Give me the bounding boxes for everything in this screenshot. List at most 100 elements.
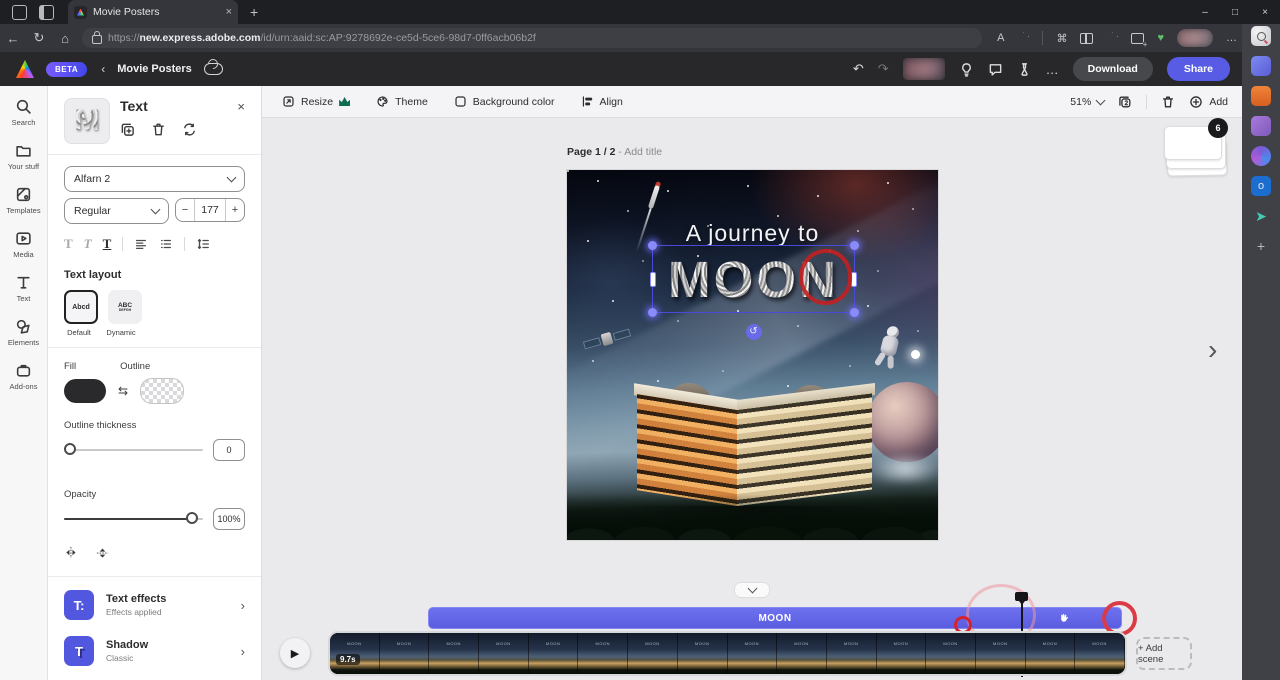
resize-button[interactable]: Resize [282,95,350,108]
split-screen-icon[interactable] [1080,33,1093,44]
page-label[interactable]: Page 1 / 2 - Add title [567,146,662,158]
duplicate-page-icon[interactable]: 2 [1118,95,1132,109]
reload-icon[interactable]: ↻ [26,30,52,46]
filmstrip[interactable]: MOONMOONMOONMOONMOONMOONMOONMOONMOONMOON… [330,633,1125,674]
outline-thickness-value[interactable]: 0 [213,439,245,461]
outline-color-swatch[interactable] [140,378,184,404]
layout-default-card[interactable]: Abcd [64,290,98,324]
outline-thickness-slider[interactable] [64,449,203,451]
pages-stack[interactable]: 6 [1164,126,1228,178]
redo-icon[interactable]: ↷ [878,61,889,77]
sidebar-item-text[interactable]: Text [15,274,32,303]
filmstrip-frame[interactable]: MOON [529,633,579,674]
sidebar-games-icon[interactable] [1251,116,1271,136]
zoom-select[interactable]: 51% [1070,96,1104,108]
italic-button[interactable]: T [84,236,92,252]
beaker-icon[interactable] [1017,62,1032,77]
settings-more-icon[interactable]: … [1226,32,1237,44]
sidebar-designer-icon[interactable] [1251,146,1271,166]
adobe-express-logo-icon[interactable] [14,58,36,80]
layout-dynamic-card[interactable]: ABC DEFGH [108,290,142,324]
resize-handle[interactable] [850,241,859,250]
rotate-handle[interactable]: ↺ [746,324,762,340]
url-field[interactable]: https://new.express.adobe.com/id/urn:aai… [82,28,982,48]
text-align-icon[interactable] [134,237,148,251]
favorites-bar-icon[interactable] [1106,32,1118,44]
tab-actions-icon[interactable] [39,5,54,20]
sidebar-drop-icon[interactable]: ➤ [1251,206,1271,226]
bold-button[interactable]: T [64,236,73,252]
background-color-button[interactable]: Background color [454,95,555,108]
premium-banner[interactable] [903,58,945,80]
filmstrip-frame[interactable]: MOON [1075,633,1125,674]
duplicate-icon[interactable] [120,122,135,137]
filmstrip-frame[interactable]: MOON [877,633,927,674]
text-effects-item[interactable]: T: Text effects Effects applied › [64,587,245,623]
back-chevron-icon[interactable]: ‹ [101,62,105,76]
share-button[interactable]: Share [1167,57,1230,81]
add-page-button[interactable]: Add [1189,95,1228,109]
list-icon[interactable] [159,237,173,251]
theme-button[interactable]: Theme [376,95,428,108]
slider-thumb[interactable] [64,443,76,455]
shadow-item[interactable]: T Shadow Classic › [64,633,245,669]
poster-subtitle-text[interactable]: A journey to [567,220,938,247]
resize-handle[interactable] [648,241,657,250]
url-text[interactable]: https://new.express.adobe.com/id/urn:aai… [108,32,536,44]
resize-handle-side[interactable] [650,272,656,287]
more-options-icon[interactable]: … [1046,62,1059,77]
new-tab-button[interactable]: + [250,4,258,20]
next-page-chevron[interactable]: › [1208,334,1217,366]
align-button[interactable]: Align [581,95,623,108]
play-button[interactable]: ▶ [280,638,310,668]
resize-handle[interactable] [648,308,657,317]
window-minimize-button[interactable]: – [1190,0,1220,24]
underline-button[interactable]: T [103,236,112,252]
slider-thumb[interactable] [186,512,198,524]
filmstrip-frame[interactable]: MOON [1026,633,1076,674]
cloud-sync-icon[interactable] [204,63,223,75]
line-spacing-icon[interactable] [196,237,210,251]
collections-icon[interactable] [1131,33,1144,44]
favorite-star-icon[interactable] [1017,32,1029,44]
filmstrip-frame[interactable]: MOON [728,633,778,674]
sidebar-shopping-icon[interactable] [1251,56,1271,76]
window-close-button[interactable]: × [1250,0,1280,24]
sidebar-item-templates[interactable]: Templates [6,186,40,215]
flip-vertical-icon[interactable] [95,545,110,560]
filmstrip-frame[interactable]: MOON [479,633,529,674]
font-weight-select[interactable]: Regular [64,198,169,224]
filmstrip-frame[interactable]: MOON [628,633,678,674]
browser-essentials-icon[interactable]: ♥ [1157,32,1164,44]
size-increase-button[interactable]: + [226,199,244,221]
collapse-timeline-button[interactable] [734,582,770,598]
sidebar-tools-icon[interactable] [1251,86,1271,106]
resize-handle[interactable] [850,308,859,317]
lightbulb-icon[interactable] [959,62,974,77]
lock-icon[interactable] [92,35,102,44]
filmstrip-frame[interactable]: MOON [380,633,430,674]
delete-page-icon[interactable] [1161,95,1175,109]
sidebar-item-add-ons[interactable]: Add-ons [10,362,38,391]
close-panel-icon[interactable]: × [237,99,245,114]
poster-canvas[interactable]: A journey to MOON ↺ [567,170,938,540]
add-scene-button[interactable]: + Add scene [1136,637,1192,670]
opacity-value[interactable]: 100% [213,508,245,530]
download-button[interactable]: Download [1073,57,1153,81]
opacity-slider[interactable] [64,518,203,520]
comment-icon[interactable] [988,62,1003,77]
size-decrease-button[interactable]: − [176,199,194,221]
flip-horizontal-icon[interactable] [64,545,79,560]
read-aloud-icon[interactable]: A [997,32,1004,44]
sidebar-add-icon[interactable]: + [1251,236,1271,256]
filmstrip-frame[interactable]: MOON [578,633,628,674]
filmstrip-frame[interactable]: MOON [976,633,1026,674]
sidebar-office-icon[interactable]: o [1251,176,1271,196]
sidebar-item-media[interactable]: Media [13,230,33,259]
home-icon[interactable]: ⌂ [52,31,78,46]
filmstrip-frame[interactable]: MOON [926,633,976,674]
fill-color-swatch[interactable] [64,379,106,403]
back-icon[interactable]: ← [0,31,26,46]
font-family-select[interactable]: Alfarn 2 [64,166,245,192]
filmstrip-frame[interactable]: MOON [777,633,827,674]
